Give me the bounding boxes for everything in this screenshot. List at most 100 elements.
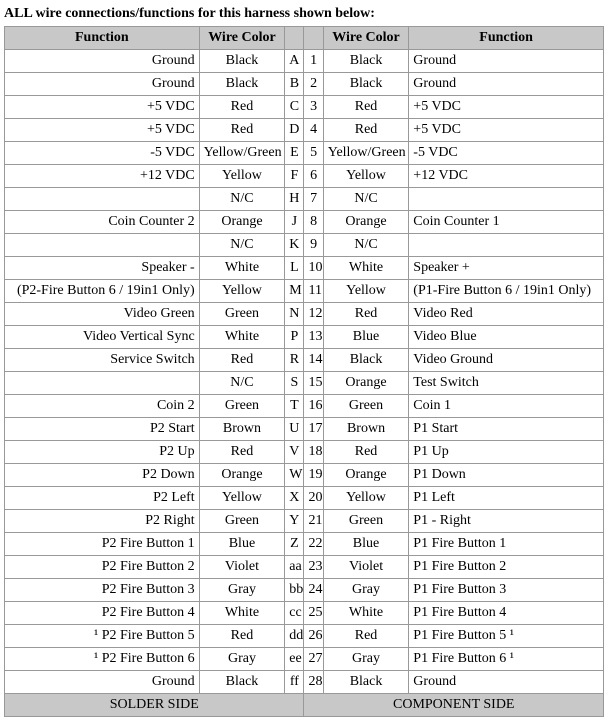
- wirecolor-right: Black: [323, 671, 409, 694]
- function-left: +5 VDC: [5, 119, 200, 142]
- function-left: P2 Up: [5, 441, 200, 464]
- function-left: +5 VDC: [5, 96, 200, 119]
- wirecolor-left: Black: [199, 50, 285, 73]
- wirecolor-left: Red: [199, 119, 285, 142]
- function-right: P1 Fire Button 5 ¹: [409, 625, 604, 648]
- pin-number: 22: [304, 533, 323, 556]
- wirecolor-left: Orange: [199, 464, 285, 487]
- pin-letter: B: [285, 73, 304, 96]
- function-right: P1 Left: [409, 487, 604, 510]
- wirecolor-left: Gray: [199, 579, 285, 602]
- function-right: Ground: [409, 50, 604, 73]
- function-left: P2 Fire Button 2: [5, 556, 200, 579]
- function-left: P2 Right: [5, 510, 200, 533]
- pin-number: 26: [304, 625, 323, 648]
- pin-letter: E: [285, 142, 304, 165]
- function-right: P1 Fire Button 4: [409, 602, 604, 625]
- table-row: P2 DownOrangeW19OrangeP1 Down: [5, 464, 604, 487]
- pin-number: 27: [304, 648, 323, 671]
- wirecolor-right: Black: [323, 349, 409, 372]
- wirecolor-right: Red: [323, 303, 409, 326]
- function-right: P1 Fire Button 2: [409, 556, 604, 579]
- table-row: GroundBlackff28BlackGround: [5, 671, 604, 694]
- table-row: ¹ P2 Fire Button 6Grayee27GrayP1 Fire Bu…: [5, 648, 604, 671]
- table-row: Video Vertical SyncWhiteP13BlueVideo Blu…: [5, 326, 604, 349]
- function-right: +5 VDC: [409, 96, 604, 119]
- wirecolor-left: Yellow: [199, 487, 285, 510]
- pin-number: 10: [304, 257, 323, 280]
- function-left: Service Switch: [5, 349, 200, 372]
- pin-number: 1: [304, 50, 323, 73]
- table-row: (P2-Fire Button 6 / 19in1 Only)YellowM11…: [5, 280, 604, 303]
- pin-letter: dd: [285, 625, 304, 648]
- function-right: Ground: [409, 73, 604, 96]
- pin-letter: T: [285, 395, 304, 418]
- function-left: Speaker -: [5, 257, 200, 280]
- wirecolor-right: Red: [323, 96, 409, 119]
- function-right: Video Blue: [409, 326, 604, 349]
- pin-number: 5: [304, 142, 323, 165]
- wirecolor-right: Green: [323, 510, 409, 533]
- pin-number: 25: [304, 602, 323, 625]
- pin-number: 19: [304, 464, 323, 487]
- table-row: +5 VDCRedD4Red+5 VDC: [5, 119, 604, 142]
- pin-number: 24: [304, 579, 323, 602]
- table-row: Speaker -WhiteL10WhiteSpeaker +: [5, 257, 604, 280]
- function-right: Video Red: [409, 303, 604, 326]
- wirecolor-left: Blue: [199, 533, 285, 556]
- wirecolor-right: Blue: [323, 533, 409, 556]
- function-right: Coin Counter 1: [409, 211, 604, 234]
- footer-component-side: COMPONENT SIDE: [304, 694, 604, 717]
- function-left: ¹ P2 Fire Button 5: [5, 625, 200, 648]
- wirecolor-right: Gray: [323, 579, 409, 602]
- wirecolor-left: Yellow: [199, 165, 285, 188]
- wirecolor-right: Yellow/Green: [323, 142, 409, 165]
- wirecolor-left: Red: [199, 625, 285, 648]
- wirecolor-right: Brown: [323, 418, 409, 441]
- function-right: (P1-Fire Button 6 / 19in1 Only): [409, 280, 604, 303]
- header-wirecolor-left: Wire Color: [199, 27, 285, 50]
- pin-number: 12: [304, 303, 323, 326]
- table-row: +12 VDCYellowF6Yellow+12 VDC: [5, 165, 604, 188]
- table-row: N/CH7N/C: [5, 188, 604, 211]
- function-left: P2 Down: [5, 464, 200, 487]
- function-left: +12 VDC: [5, 165, 200, 188]
- pin-number: 18: [304, 441, 323, 464]
- pin-number: 2: [304, 73, 323, 96]
- pin-number: 23: [304, 556, 323, 579]
- function-right: +12 VDC: [409, 165, 604, 188]
- function-right: Speaker +: [409, 257, 604, 280]
- wirecolor-right: Black: [323, 50, 409, 73]
- header-pin-right: [304, 27, 323, 50]
- pin-number: 17: [304, 418, 323, 441]
- function-left: Ground: [5, 50, 200, 73]
- function-right: [409, 188, 604, 211]
- pin-number: 21: [304, 510, 323, 533]
- table-row: Coin 2GreenT16GreenCoin 1: [5, 395, 604, 418]
- pin-letter: M: [285, 280, 304, 303]
- wirecolor-right: White: [323, 257, 409, 280]
- page-title: ALL wire connections/functions for this …: [4, 6, 604, 22]
- pin-letter: D: [285, 119, 304, 142]
- table-row: N/CK9N/C: [5, 234, 604, 257]
- function-left: [5, 372, 200, 395]
- pin-letter: F: [285, 165, 304, 188]
- function-left: (P2-Fire Button 6 / 19in1 Only): [5, 280, 200, 303]
- function-right: P1 Fire Button 1: [409, 533, 604, 556]
- wirecolor-left: White: [199, 257, 285, 280]
- function-left: P2 Fire Button 4: [5, 602, 200, 625]
- table-row: P2 StartBrownU17BrownP1 Start: [5, 418, 604, 441]
- function-right: Coin 1: [409, 395, 604, 418]
- wirecolor-left: Orange: [199, 211, 285, 234]
- wirecolor-left: White: [199, 602, 285, 625]
- function-left: -5 VDC: [5, 142, 200, 165]
- wirecolor-right: Violet: [323, 556, 409, 579]
- table-row: P2 UpRedV18RedP1 Up: [5, 441, 604, 464]
- wirecolor-left: Red: [199, 349, 285, 372]
- function-right: [409, 234, 604, 257]
- function-right: P1 Start: [409, 418, 604, 441]
- function-left: P2 Left: [5, 487, 200, 510]
- pin-letter: Y: [285, 510, 304, 533]
- pin-letter: J: [285, 211, 304, 234]
- wirecolor-left: Yellow/Green: [199, 142, 285, 165]
